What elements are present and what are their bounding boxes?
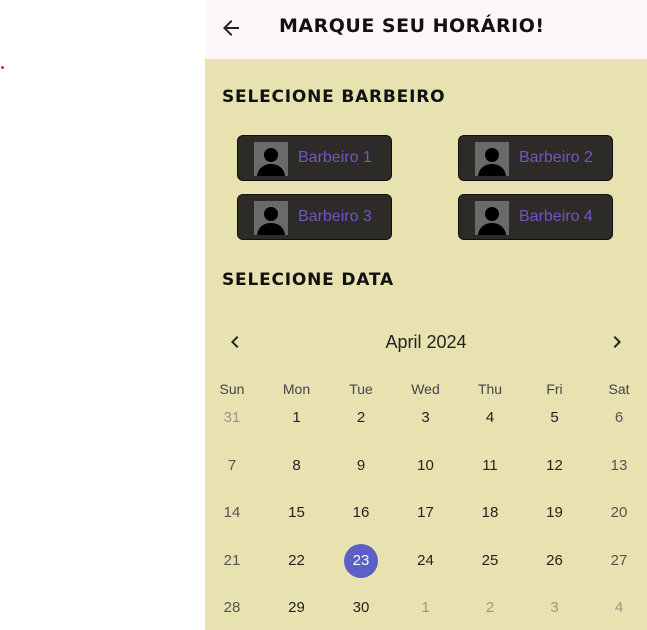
- user-avatar-icon: [254, 201, 288, 235]
- calendar-day: 4: [614, 599, 624, 616]
- calendar-day[interactable]: 13: [601, 449, 637, 483]
- calendar-day[interactable]: 14: [214, 496, 250, 530]
- calendar-day[interactable]: 12: [537, 449, 573, 483]
- calendar-day[interactable]: 17: [408, 496, 444, 530]
- user-avatar-icon: [475, 142, 509, 176]
- barber-label: Barbeiro 4: [519, 208, 593, 225]
- user-avatar-icon: [475, 201, 509, 235]
- booking-panel: Marque seu horário! Selecione barbeiro B…: [205, 0, 647, 630]
- select-date-heading: Selecione data: [222, 270, 394, 290]
- calendar-day: 1: [421, 599, 430, 616]
- barber-button-4[interactable]: Barbeiro 4: [458, 194, 613, 240]
- calendar-day[interactable]: 24: [408, 544, 444, 578]
- calendar-day[interactable]: 10: [408, 449, 444, 483]
- calendar-day[interactable]: 3: [408, 401, 444, 435]
- weekday-label: Fri: [546, 381, 563, 397]
- calendar-day[interactable]: 6: [601, 401, 637, 435]
- barber-button-1[interactable]: Barbeiro 1: [237, 135, 392, 181]
- next-month-icon[interactable]: [605, 330, 629, 354]
- calendar-day[interactable]: 1: [279, 401, 315, 435]
- barber-label: Barbeiro 2: [519, 149, 593, 166]
- calendar-day[interactable]: 19: [537, 496, 573, 530]
- calendar-day-selected[interactable]: 23: [344, 543, 378, 578]
- calendar-day[interactable]: 18: [472, 496, 508, 530]
- calendar-day[interactable]: 2: [343, 401, 379, 435]
- calendar-day[interactable]: 15: [279, 496, 315, 530]
- weekday-label: Thu: [477, 381, 503, 397]
- user-avatar-icon: [254, 142, 288, 176]
- calendar-day[interactable]: 7: [214, 449, 250, 483]
- calendar-day[interactable]: 22: [279, 544, 315, 578]
- calendar-day[interactable]: 8: [279, 449, 315, 483]
- calendar-day: 31: [223, 409, 241, 426]
- calendar-day[interactable]: 21: [214, 544, 250, 578]
- page-title: Marque seu horário!: [279, 15, 545, 37]
- calendar-day[interactable]: 27: [601, 544, 637, 578]
- back-arrow-icon[interactable]: [219, 16, 243, 40]
- barber-button-3[interactable]: Barbeiro 3: [237, 194, 392, 240]
- calendar-day[interactable]: 30: [343, 591, 379, 625]
- weekday-label: Sat: [608, 381, 630, 397]
- barber-label: Barbeiro 3: [298, 208, 372, 225]
- calendar-day[interactable]: 26: [537, 544, 573, 578]
- select-barber-heading: Selecione barbeiro: [222, 87, 446, 107]
- app-bar: Marque seu horário!: [205, 0, 647, 59]
- calendar-day[interactable]: 20: [601, 496, 637, 530]
- calendar-day[interactable]: 11: [472, 449, 508, 483]
- calendar-day[interactable]: 4: [472, 401, 508, 435]
- calendar-day[interactable]: 9: [343, 449, 379, 483]
- calendar-day[interactable]: 16: [343, 496, 379, 530]
- calendar-day[interactable]: 29: [279, 591, 315, 625]
- calendar-day: 2: [485, 599, 495, 616]
- weekday-label: Mon: [282, 381, 311, 397]
- calendar-day: 3: [550, 599, 559, 616]
- barber-button-2[interactable]: Barbeiro 2: [458, 135, 613, 181]
- barber-label: Barbeiro 1: [298, 149, 372, 166]
- stray-dot: [1, 66, 4, 69]
- calendar-day[interactable]: 5: [537, 401, 573, 435]
- calendar-day[interactable]: 28: [214, 591, 250, 625]
- weekday-label: Sun: [219, 381, 245, 397]
- month-label: April 2024: [385, 332, 467, 352]
- weekday-label: Wed: [411, 381, 440, 397]
- weekday-label: Tue: [349, 381, 373, 397]
- calendar-day[interactable]: 25: [472, 544, 508, 578]
